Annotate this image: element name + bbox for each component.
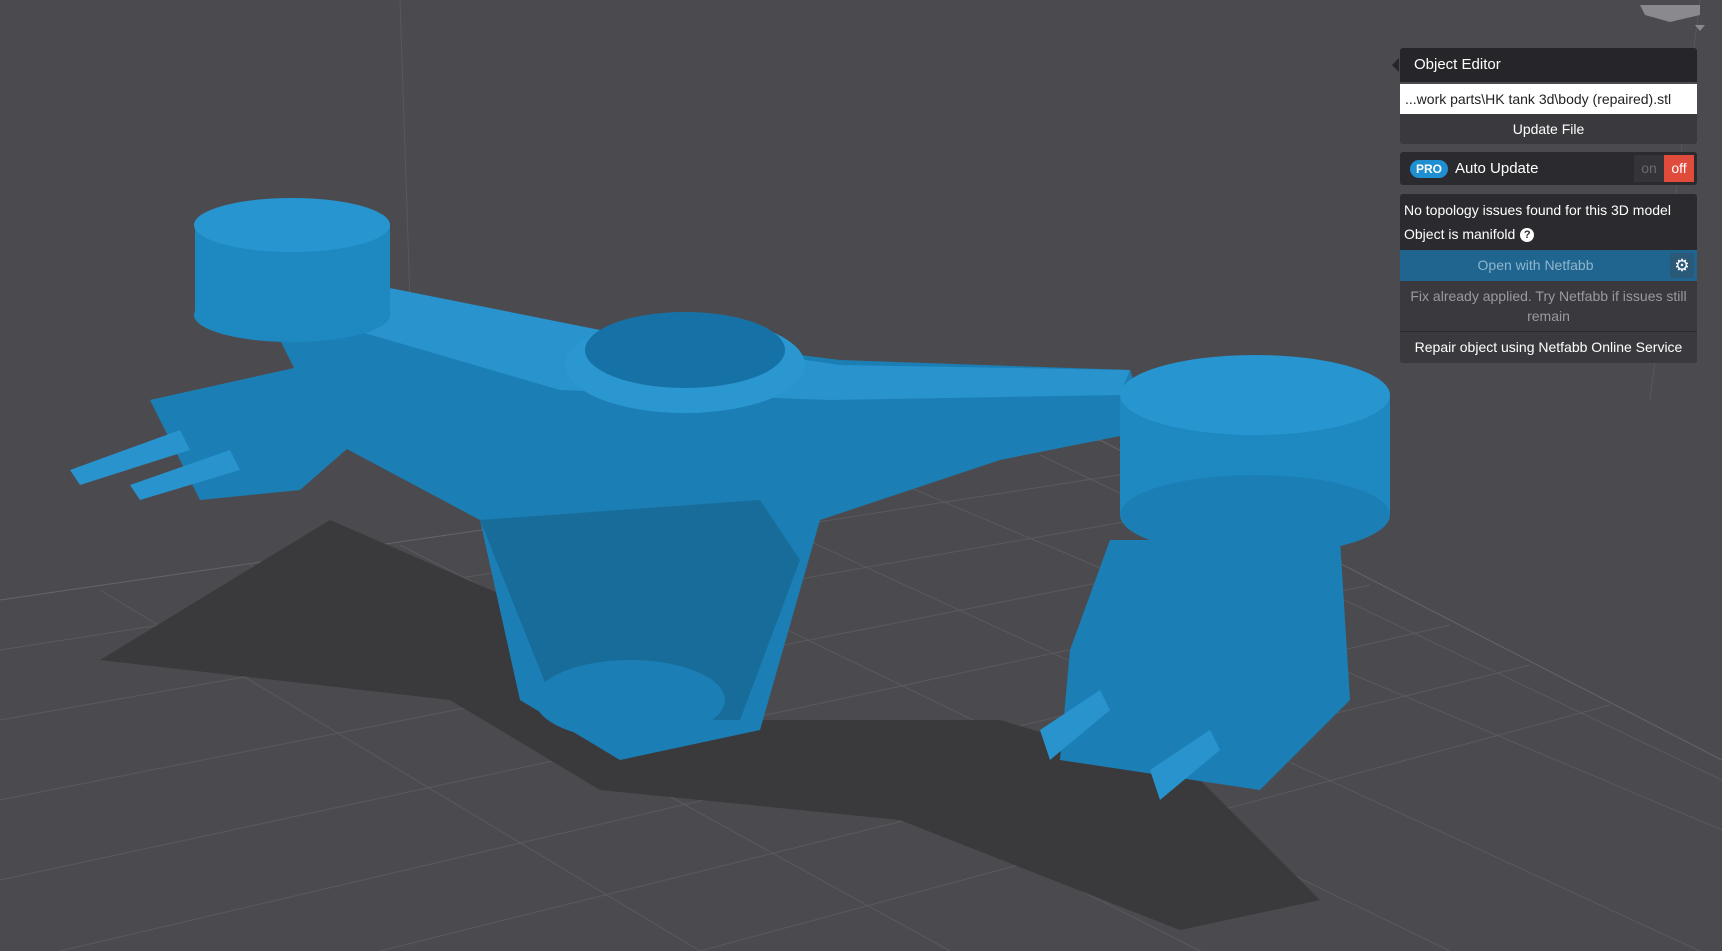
manifold-status: Object is manifold [1404,226,1516,242]
repair-info: No topology issues found for this 3D mod… [1400,194,1697,363]
object-editor-panel: Object Editor Update File PRO Auto Updat… [1392,48,1697,363]
open-with-netfabb-button[interactable]: Open with Netfabb ⚙ [1400,250,1697,281]
panel-title: Object Editor [1392,48,1697,82]
toggle-off[interactable]: off [1664,155,1694,182]
pro-badge: PRO [1410,159,1449,178]
open-netfabb-label: Open with Netfabb [1477,257,1594,273]
auto-update-label: Auto Update [1455,160,1539,177]
help-icon[interactable]: ? [1520,228,1535,243]
topology-status: No topology issues found for this 3D mod… [1404,202,1671,218]
update-file-button[interactable]: Update File [1400,114,1697,144]
view-cube[interactable] [1640,5,1705,31]
file-path-input[interactable] [1400,84,1697,114]
fix-note: Fix already applied. Try Netfabb if issu… [1400,281,1697,331]
repair-online-button[interactable]: Repair object using Netfabb Online Servi… [1400,331,1697,363]
auto-update-row: PRO Auto Update on off [1400,152,1697,185]
toggle-on[interactable]: on [1634,155,1664,182]
manifold-row: Object is manifold? [1400,222,1697,246]
gear-icon[interactable]: ⚙ [1670,253,1694,278]
3d-model-hk-tank-body[interactable] [70,198,1390,800]
auto-update-toggle[interactable]: on off [1634,155,1694,182]
